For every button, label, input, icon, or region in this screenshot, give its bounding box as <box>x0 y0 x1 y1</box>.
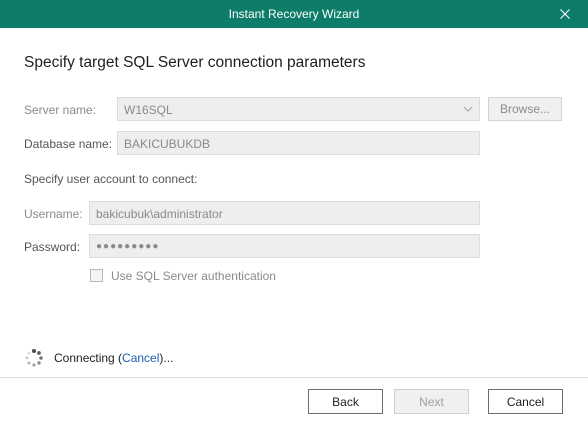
password-input[interactable]: ●●●●●●●●● <box>89 234 480 258</box>
sql-auth-checkbox[interactable] <box>90 269 103 282</box>
database-name-label: Database name: <box>24 137 113 151</box>
status-text: Connecting (Cancel)... <box>54 351 173 365</box>
server-name-label: Server name: <box>24 103 97 117</box>
page-title: Specify target SQL Server connection par… <box>24 54 366 71</box>
wizard-footer: Back Next Cancel <box>0 377 588 421</box>
browse-button[interactable]: Browse... <box>488 97 562 121</box>
server-name-combobox[interactable]: W16SQL <box>117 97 480 121</box>
username-label: Username: <box>24 207 83 221</box>
close-icon <box>560 9 570 19</box>
account-prompt-label: Specify user account to connect: <box>24 172 198 186</box>
server-name-value: W16SQL <box>124 103 173 117</box>
status-suffix: )... <box>159 351 174 365</box>
database-name-input[interactable]: BAKICUBUKDB <box>117 131 480 155</box>
sql-auth-label: Use SQL Server authentication <box>111 269 276 283</box>
back-button[interactable]: Back <box>308 389 383 414</box>
close-button[interactable] <box>542 0 588 28</box>
cancel-connection-link[interactable]: Cancel <box>122 351 159 365</box>
status-prefix: Connecting ( <box>54 351 123 365</box>
next-button[interactable]: Next <box>394 389 469 414</box>
cancel-button[interactable]: Cancel <box>488 389 563 414</box>
title-bar: Instant Recovery Wizard <box>0 0 588 28</box>
spinner-icon <box>25 349 43 367</box>
chevron-down-icon <box>463 106 473 112</box>
username-input[interactable]: bakicubuk\administrator <box>89 201 480 225</box>
connection-status: Connecting (Cancel)... <box>24 348 173 368</box>
password-label: Password: <box>24 240 81 254</box>
window-title: Instant Recovery Wizard <box>228 7 360 21</box>
